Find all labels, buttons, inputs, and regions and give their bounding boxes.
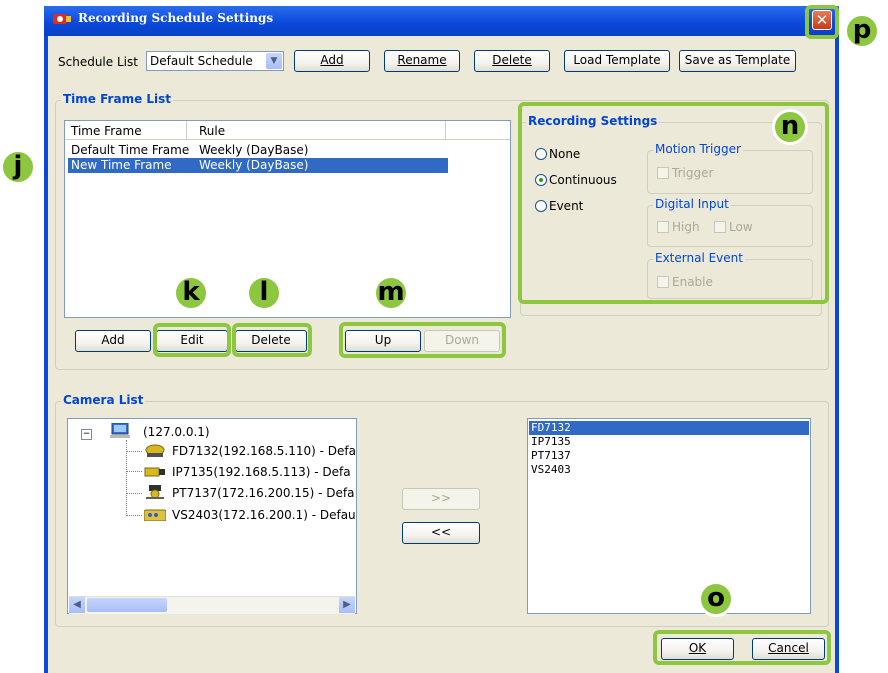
callout-badge-o: o (698, 581, 734, 617)
save-template-button[interactable]: Save as Template (679, 50, 796, 72)
callout-badge-k: k (173, 275, 209, 311)
camera-tree[interactable]: − (127.0.0.1) FD7132(192.168.5.110) - De… (67, 418, 357, 614)
app-icon (53, 14, 71, 24)
chevron-down-icon[interactable]: ▼ (266, 53, 282, 69)
tree-camera-pt7137[interactable]: PT7137(172.16.200.15) - Defa (172, 486, 354, 500)
callout-highlight-ok-cancel (653, 630, 831, 665)
computer-icon (110, 423, 130, 438)
tree-connector (126, 471, 142, 472)
time-frame-legend: Time Frame List (61, 92, 174, 106)
tree-connector (126, 515, 142, 516)
selected-camera-list[interactable]: FD7132 IP7135 PT7137 VS2403 (527, 418, 811, 614)
schedule-select[interactable]: Default Schedule ▼ (146, 51, 284, 71)
callout-highlight-delete (232, 323, 312, 357)
ptz-camera-icon (146, 485, 164, 499)
schedule-select-value: Default Schedule (150, 54, 253, 68)
column-header-rule[interactable]: Rule (199, 124, 225, 138)
callout-badge-l: l (246, 275, 282, 311)
tree-camera-ip7135[interactable]: IP7135(192.168.5.113) - Defa (172, 465, 351, 479)
time-frame-add-button[interactable]: Add (75, 330, 151, 352)
row-rule: Weekly (DayBase) (199, 158, 309, 172)
list-item[interactable]: IP7135 (531, 435, 571, 449)
callout-highlight-close (805, 5, 839, 39)
tree-connector (126, 451, 142, 452)
collapse-toggle[interactable]: − (81, 429, 92, 440)
load-template-button[interactable]: Load Template (564, 50, 670, 72)
list-item[interactable]: VS2403 (531, 463, 571, 477)
horizontal-scrollbar[interactable]: ◀ ▶ (69, 596, 355, 614)
tree-camera-vs2403[interactable]: VS2403(172.16.200.1) - Defau (172, 508, 356, 522)
schedule-add-button[interactable]: Add (294, 50, 370, 72)
callout-highlight-edit (153, 323, 231, 357)
row-time-frame: Default Time Frame (71, 143, 190, 157)
list-item-selected[interactable]: FD7132 (529, 421, 809, 435)
scroll-thumb[interactable] (87, 598, 167, 612)
column-divider (445, 121, 446, 139)
row-time-frame: New Time Frame (71, 158, 172, 172)
table-row[interactable]: Default Time Frame Weekly (DayBase) (65, 142, 510, 158)
row-rule: Weekly (DayBase) (199, 143, 309, 157)
time-frame-header: Time Frame Rule (65, 121, 510, 140)
video-server-icon (144, 509, 166, 521)
tree-root-label[interactable]: (127.0.0.1) (143, 425, 210, 439)
camera-list-legend: Camera List (61, 393, 146, 407)
schedule-delete-button[interactable]: Delete (474, 50, 550, 72)
tree-connector (126, 493, 142, 494)
box-camera-icon (144, 467, 165, 477)
table-row-selected[interactable]: New Time Frame Weekly (DayBase) (68, 158, 448, 173)
callout-badge-j: j (0, 149, 36, 185)
tree-camera-fd7132[interactable]: FD7132(192.168.5.110) - Defa (172, 444, 356, 458)
list-item[interactable]: PT7137 (531, 449, 571, 463)
schedule-list-label: Schedule List (58, 55, 138, 69)
callout-badge-p: p (844, 13, 880, 49)
callout-badge-n: n (772, 109, 808, 145)
schedule-rename-button[interactable]: Rename (384, 50, 460, 72)
time-frame-list[interactable]: Time Frame Rule Default Time Frame Weekl… (64, 120, 511, 318)
callout-highlight-up-down (339, 322, 506, 358)
column-header-time-frame[interactable]: Time Frame (71, 124, 142, 138)
scroll-right-icon[interactable]: ▶ (339, 597, 355, 613)
column-divider (186, 121, 187, 139)
remove-camera-button[interactable]: << (402, 522, 480, 544)
add-camera-button[interactable]: >> (402, 488, 480, 510)
scroll-left-icon[interactable]: ◀ (69, 597, 85, 613)
callout-badge-m: m (373, 275, 409, 311)
dome-camera-icon (145, 444, 165, 457)
window-title: Recording Schedule Settings (78, 11, 274, 25)
